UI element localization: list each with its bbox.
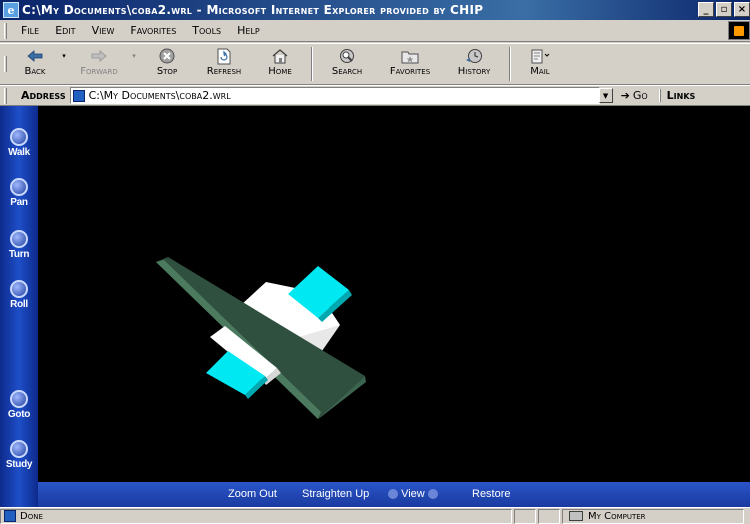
page-icon	[72, 89, 85, 102]
goto-button[interactable]: Goto	[0, 390, 38, 420]
ie-icon: e	[3, 2, 19, 18]
toolbar-separator	[509, 47, 511, 81]
history-icon	[464, 47, 484, 65]
standard-toolbar: Back ▾ Forward ▾ Stop Refresh Home Searc…	[0, 43, 750, 85]
window-controls: _ ▫ ×	[698, 2, 750, 17]
window-title: C:\My Documents\coba2.wrl - Microsoft In…	[22, 3, 484, 17]
study-button[interactable]: Study	[0, 440, 38, 470]
mail-button[interactable]: Mail	[517, 45, 563, 83]
straighten-up-button[interactable]: Straighten Up	[302, 488, 369, 500]
history-button[interactable]: History	[445, 45, 503, 83]
pan-button[interactable]: Pan	[0, 178, 38, 208]
address-input[interactable]: C:\My Documents\coba2.wrl	[69, 87, 600, 104]
toolbar-grip[interactable]	[4, 56, 7, 72]
goto-icon	[10, 390, 28, 408]
menu-favorites[interactable]: Favorites	[122, 24, 184, 37]
turn-icon	[10, 230, 28, 248]
zoom-out-button[interactable]: Zoom Out	[228, 488, 277, 500]
forward-arrow-icon	[89, 47, 109, 65]
favorites-button[interactable]: Favorites	[375, 45, 445, 83]
refresh-button[interactable]: Refresh	[193, 45, 255, 83]
stop-icon	[157, 47, 177, 65]
security-zone-pane: My Computer	[562, 508, 744, 524]
view-selector[interactable]: View	[388, 488, 438, 500]
vrml-console-bar: Zoom Out Straighten Up View Restore	[38, 482, 750, 507]
done-page-icon	[4, 510, 16, 522]
home-icon	[270, 47, 290, 65]
address-dropdown-button[interactable]: ▼	[598, 88, 613, 103]
stop-button[interactable]: Stop	[141, 45, 193, 83]
links-button[interactable]: Links	[659, 89, 695, 102]
vrml-scene[interactable]	[0, 106, 750, 507]
refresh-icon	[214, 47, 234, 65]
windows-logo-icon	[728, 21, 750, 40]
menu-help[interactable]: Help	[229, 24, 268, 37]
back-arrow-icon	[25, 47, 45, 65]
go-arrow-icon: ➔	[620, 89, 630, 102]
walk-button[interactable]: Walk	[0, 128, 38, 158]
back-button[interactable]: Back	[13, 45, 57, 83]
forward-dropdown[interactable]: ▾	[127, 45, 141, 83]
status-pane	[514, 508, 536, 524]
address-grip[interactable]	[4, 87, 7, 104]
status-text-pane: Done	[0, 508, 512, 524]
forward-button[interactable]: Forward	[71, 45, 127, 83]
zone-text: My Computer	[588, 510, 646, 522]
view-next-icon[interactable]	[427, 489, 438, 500]
menu-edit[interactable]: Edit	[47, 24, 83, 37]
address-value: C:\My Documents\coba2.wrl	[88, 89, 231, 102]
view-previous-icon[interactable]	[388, 489, 398, 500]
roll-icon	[10, 280, 28, 298]
restore-button[interactable]: Restore	[472, 488, 511, 500]
address-bar: Address C:\My Documents\coba2.wrl ▼ ➔ Go…	[0, 85, 750, 106]
close-button[interactable]: ×	[734, 2, 750, 17]
my-computer-icon	[569, 511, 583, 521]
vrml-viewport[interactable]: Walk Pan Turn Roll Goto Study Zoom Out S…	[0, 106, 750, 507]
home-button[interactable]: Home	[255, 45, 305, 83]
menu-file[interactable]: File	[13, 24, 47, 37]
menu-bar: File Edit View Favorites Tools Help	[0, 20, 750, 42]
roll-button[interactable]: Roll	[0, 280, 38, 310]
search-icon	[337, 47, 357, 65]
pan-icon	[10, 178, 28, 196]
favorites-icon	[400, 47, 420, 65]
status-bar: Done My Computer	[0, 507, 750, 524]
toolbar-separator	[311, 47, 313, 81]
go-button[interactable]: ➔ Go	[621, 89, 648, 102]
menu-view[interactable]: View	[84, 24, 123, 37]
turn-button[interactable]: Turn	[0, 230, 38, 260]
menu-tools[interactable]: Tools	[184, 24, 229, 37]
minimize-button[interactable]: _	[698, 2, 714, 17]
study-icon	[10, 440, 28, 458]
maximize-button[interactable]: ▫	[716, 2, 732, 17]
vrml-navigation-panel: Walk Pan Turn Roll Goto Study	[0, 106, 38, 507]
status-pane	[538, 508, 560, 524]
walk-icon	[10, 128, 28, 146]
status-text: Done	[20, 510, 43, 522]
search-button[interactable]: Search	[319, 45, 375, 83]
title-bar: e C:\My Documents\coba2.wrl - Microsoft …	[0, 0, 750, 20]
menu-grip[interactable]	[4, 22, 7, 39]
mail-icon	[530, 47, 550, 65]
back-dropdown[interactable]: ▾	[57, 45, 71, 83]
address-label: Address	[21, 89, 66, 102]
